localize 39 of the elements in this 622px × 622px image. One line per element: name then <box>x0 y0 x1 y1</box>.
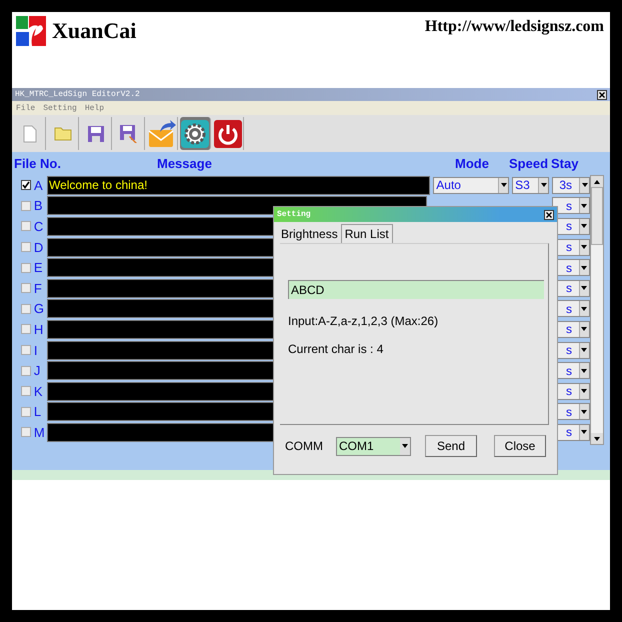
file-letter: C <box>34 218 44 234</box>
column-header: Mode <box>455 156 490 171</box>
file-letter: G <box>34 301 46 316</box>
column-header: Stay <box>551 156 578 171</box>
input-hint: Input:A-Z,a-z,1,2,3 (Max:26) <box>288 314 440 328</box>
file-letter: M <box>34 424 46 440</box>
close-button[interactable]: Close <box>494 435 546 457</box>
speed-dropdown[interactable]: S3 <box>512 176 550 194</box>
file-letter: I <box>34 342 39 358</box>
column-header: Speed <box>509 156 550 171</box>
menu-item[interactable]: Help <box>84 104 104 112</box>
message-field[interactable]: Welcome to china! <box>46 176 430 195</box>
tab[interactable]: Run List <box>340 224 393 243</box>
file-letter: E <box>34 260 44 276</box>
website-url: Http://www/ledsignsz.com <box>424 18 604 36</box>
comm-label: COMM <box>285 439 324 453</box>
tab[interactable]: Brightness <box>278 225 341 243</box>
run-list-field[interactable]: ABCD <box>288 280 544 299</box>
file-letter: K <box>34 384 44 399</box>
port-dropdown[interactable]: COM1 <box>336 436 411 456</box>
send-button[interactable]: Send <box>425 435 477 457</box>
brand-name: XuanCai <box>52 18 136 44</box>
file-letter: D <box>34 240 44 255</box>
stay-dropdown[interactable]: 3s <box>552 176 590 194</box>
column-header: Message <box>157 156 213 171</box>
menu-item[interactable]: File <box>16 104 36 112</box>
file-letter: F <box>34 280 43 296</box>
window-title: HK_MTRC_LedSign EditorV2.2 <box>15 90 140 99</box>
file-letter: J <box>34 363 42 378</box>
char-count: Current char is : 4 <box>288 342 384 356</box>
stay-dropdown[interactable]: s <box>552 197 590 214</box>
file-letter: H <box>34 322 44 337</box>
menu-item[interactable]: Setting <box>43 104 77 112</box>
mode-dropdown[interactable]: Auto <box>433 176 510 194</box>
file-letter: B <box>34 198 44 214</box>
dialog-title: Setting <box>277 210 311 219</box>
file-letter: L <box>34 404 42 420</box>
file-letter: A <box>34 178 44 193</box>
column-header: File No. <box>14 156 62 171</box>
